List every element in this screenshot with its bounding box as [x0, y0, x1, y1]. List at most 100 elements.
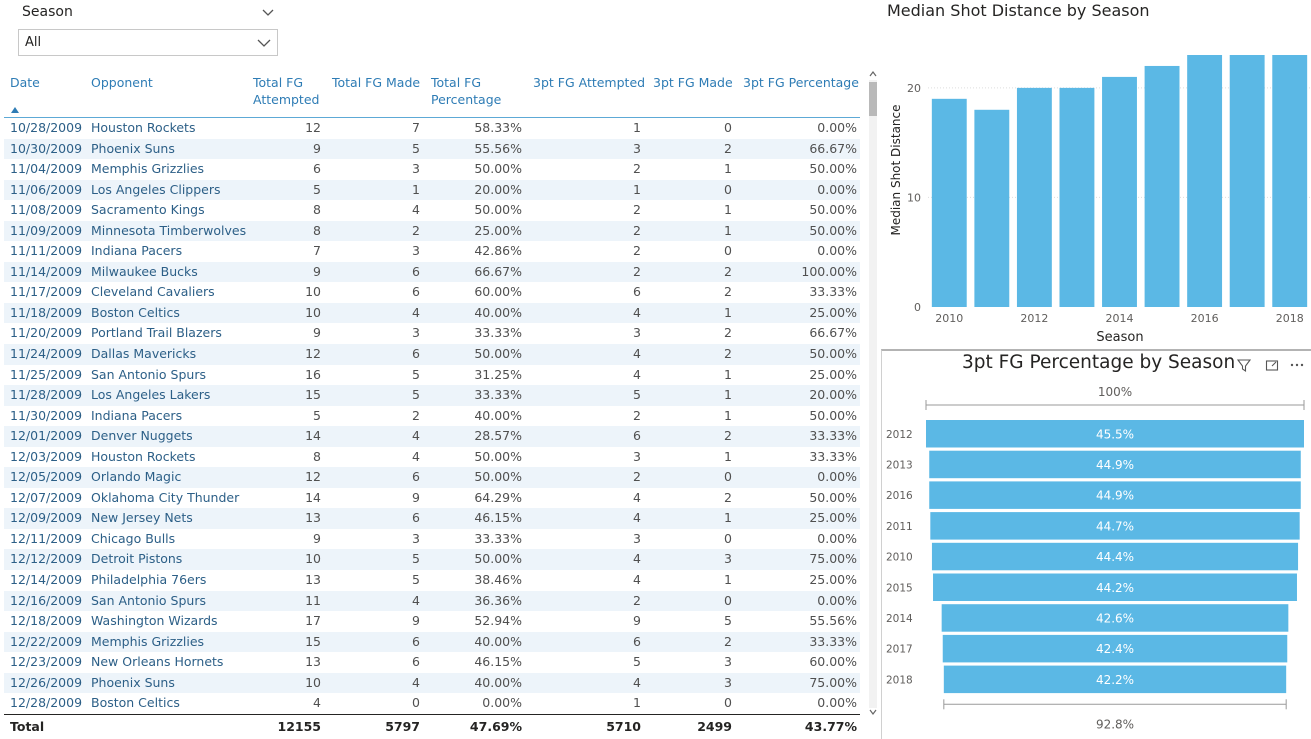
- bar-2011[interactable]: [974, 109, 1010, 307]
- cell-3pt-made: 3: [724, 674, 732, 690]
- cell-fg-percentage: 40.00%: [474, 674, 522, 690]
- funnel-category-label: 2018: [886, 674, 913, 686]
- table-row[interactable]: 12/11/2009 Chicago Bulls 9 3 33.33% 3 0 0.00%: [4, 529, 860, 550]
- column-header-3pt-attempted[interactable]: 3pt FG Attempted: [533, 74, 645, 91]
- table-row[interactable]: 12/09/2009 New Jersey Nets 13 6 46.15% 4 1 25.0…: [4, 508, 860, 529]
- column-header-3pt-made[interactable]: 3pt FG Made: [653, 74, 733, 91]
- bar-2018[interactable]: [1272, 55, 1308, 307]
- cell-fg-percentage: 40.00%: [474, 304, 522, 320]
- sort-ascending-icon[interactable]: [11, 107, 19, 113]
- cell-fg-percentage: 46.15%: [474, 510, 522, 526]
- table-row[interactable]: 11/14/2009 Milwaukee Bucks 9 6 66.67% 2 2 100.0…: [4, 261, 860, 283]
- table-row[interactable]: 12/18/2009 Washington Wizards 17 9 52.94% 9 5 5…: [4, 611, 860, 632]
- column-header-fg-attempted[interactable]: Total FG Attempted: [253, 74, 319, 108]
- cell-3pt-percentage: 0.00%: [817, 181, 857, 197]
- table-row[interactable]: 11/08/2009 Sacramento Kings 8 4 50.00% 2 1 50.0…: [4, 200, 860, 221]
- table-row[interactable]: 11/24/2009 Dallas Mavericks 12 6 50.00% 4 2 50.…: [4, 344, 860, 365]
- table-row[interactable]: 12/23/2009 New Orleans Hornets 13 6 46.15% 5 3…: [4, 652, 860, 673]
- scrollbar-track[interactable]: [869, 80, 877, 708]
- table-row[interactable]: 11/20/2009 Portland Trail Blazers 9 3 33.33%…: [4, 323, 860, 344]
- funnel-value-label: 44.9%: [1096, 489, 1134, 503]
- bar-2014[interactable]: [1102, 76, 1137, 307]
- more-options-icon[interactable]: [1289, 357, 1305, 373]
- cell-3pt-made: 1: [724, 222, 732, 238]
- table-row[interactable]: 12/16/2009 San Antonio Spurs 11 4 36.36% 2 0 0.…: [4, 590, 860, 612]
- funnel-value-label: 45.5%: [1096, 427, 1134, 441]
- column-header-fg-percentage[interactable]: Total FG Percentage: [431, 74, 501, 108]
- table-row[interactable]: 12/12/2009 Detroit Pistons 10 5 50.00% 4 3 75.0…: [4, 549, 860, 571]
- table-row[interactable]: 11/11/2009 Indiana Pacers 7 3 42.86% 2 0 0.00%: [4, 241, 860, 262]
- cell-3pt-percentage: 55.56%: [809, 613, 857, 629]
- column-header-fg-made[interactable]: Total FG Made: [332, 74, 420, 91]
- cell-3pt-percentage: 75.00%: [809, 674, 857, 690]
- table-row[interactable]: 10/28/2009 Houston Rockets 12 7 58.33% 1 0 0.00…: [4, 118, 860, 139]
- table-row[interactable]: 12/14/2009 Philadelphia 76ers 13 5 38.46% 4 1 2…: [4, 570, 860, 591]
- cell-3pt-percentage: 0.00%: [817, 695, 857, 711]
- table-row[interactable]: 12/05/2009 Orlando Magic 12 6 50.00% 2 0 0.00%: [4, 467, 860, 488]
- bar-2017[interactable]: [1229, 55, 1265, 307]
- table-row[interactable]: 11/25/2009 San Antonio Spurs 16 5 31.25% 4 1 25…: [4, 365, 860, 386]
- cell-fg-percentage: 33.33%: [474, 325, 522, 341]
- cell-3pt-made: 1: [724, 510, 732, 526]
- cell-3pt-made: 0: [724, 592, 732, 608]
- funnel-chart-title: 3pt FG Percentage by Season: [962, 352, 1236, 373]
- table-row[interactable]: 10/30/2009 Phoenix Suns 9 5 55.56% 3 2 66.67%: [4, 138, 860, 160]
- table-header: Date Opponent Total FG Attempted Total FG…: [4, 68, 860, 118]
- funnel-category-label: 2013: [886, 459, 913, 471]
- chevron-down-icon[interactable]: [259, 6, 277, 20]
- cell-date: 11/25/2009: [10, 366, 83, 382]
- cell-opponent: Detroit Pistons: [91, 551, 183, 567]
- bar-2016[interactable]: [1187, 55, 1223, 307]
- table-row[interactable]: 11/06/2009 Los Angeles Clippers 5 1 20.00% 1 0…: [4, 179, 860, 201]
- cell-fg-made: 7: [412, 120, 420, 135]
- filter-icon[interactable]: [1236, 357, 1252, 373]
- table-row[interactable]: 11/28/2009 Los Angeles Lakers 15 5 33.33% 5 1 2…: [4, 385, 860, 406]
- cell-3pt-made: 0: [724, 181, 732, 197]
- cell-3pt-percentage: 0.00%: [817, 120, 857, 135]
- cell-fg-percentage: 50.00%: [474, 202, 522, 218]
- table-row[interactable]: 12/22/2009 Memphis Grizzlies 15 6 40.00% 6 2 33…: [4, 631, 860, 653]
- table-row[interactable]: 11/09/2009 Minnesota Timberwolves 8 2 25.00%…: [4, 220, 860, 242]
- cell-fg-percentage: 46.15%: [474, 654, 522, 670]
- bar-2015[interactable]: [1144, 65, 1180, 308]
- chevron-up-icon[interactable]: [868, 70, 878, 78]
- 3pt-percentage-funnel-chart: 100% 45.5% 2012 44.9% 2013 44.9% 2016 44.7% 2011…: [886, 385, 1305, 731]
- cell-3pt-attempted: 4: [633, 304, 641, 320]
- season-dropdown[interactable]: All: [18, 29, 278, 56]
- table-row[interactable]: 11/04/2009 Memphis Grizzlies 6 3 50.00% 2 1 50.…: [4, 159, 860, 180]
- cell-date: 12/14/2009: [10, 572, 83, 588]
- cell-date: 12/23/2009: [10, 654, 83, 670]
- table-row[interactable]: 11/18/2009 Boston Celtics 10 4 40.00% 4 1 25.00…: [4, 302, 860, 324]
- table-row[interactable]: 12/01/2009 Denver Nuggets 14 4 28.57% 6 2 33.33…: [4, 426, 860, 447]
- cell-fg-attempted: 11: [305, 592, 321, 608]
- column-header-opponent[interactable]: Opponent: [91, 74, 153, 91]
- cell-3pt-percentage: 66.67%: [809, 140, 857, 156]
- cell-fg-attempted: 10: [305, 304, 321, 320]
- cell-3pt-attempted: 2: [633, 469, 641, 485]
- total-3pt-percentage: 43.77%: [804, 719, 857, 734]
- table-row[interactable]: 12/28/2009 Boston Celtics 4 0 0.00% 1 0 0.00%: [4, 693, 860, 714]
- cell-3pt-attempted: 2: [633, 222, 641, 238]
- bar-2013[interactable]: [1059, 87, 1095, 307]
- funnel-top-label: 100%: [1098, 385, 1132, 399]
- column-header-date[interactable]: Date: [10, 74, 40, 91]
- table-row[interactable]: 11/30/2009 Indiana Pacers 5 2 40.00% 2 1 50.00%: [4, 406, 860, 427]
- table-row[interactable]: 11/17/2009 Cleveland Cavaliers 10 6 60.00% 6 2…: [4, 282, 860, 303]
- focus-mode-icon[interactable]: [1264, 357, 1280, 373]
- cell-3pt-attempted: 3: [633, 325, 641, 341]
- table-row[interactable]: 12/03/2009 Houston Rockets 8 4 50.00% 3 1 33.33…: [4, 447, 860, 468]
- cell-opponent: Phoenix Suns: [91, 674, 175, 690]
- scrollbar-thumb[interactable]: [869, 82, 877, 116]
- chevron-down-icon[interactable]: [868, 708, 878, 716]
- funnel-value-label: 44.9%: [1096, 458, 1134, 472]
- column-header-3pt-percentage[interactable]: 3pt FG Percentage: [743, 74, 859, 91]
- median-distance-chart-title: Median Shot Distance by Season: [887, 1, 1150, 20]
- table-row[interactable]: 12/07/2009 Oklahoma City Thunder 14 9 64.29%…: [4, 488, 860, 509]
- bar-2012[interactable]: [1016, 87, 1052, 307]
- bar-2010[interactable]: [931, 98, 967, 308]
- funnel-bottom-label: 92.8%: [1096, 717, 1134, 731]
- table-row[interactable]: 12/26/2009 Phoenix Suns 10 4 40.00% 4 3 75.00%: [4, 672, 860, 694]
- cell-opponent: Cleveland Cavaliers: [91, 284, 215, 300]
- cell-fg-percentage: 42.86%: [474, 243, 522, 259]
- table-scrollbar[interactable]: [866, 68, 878, 718]
